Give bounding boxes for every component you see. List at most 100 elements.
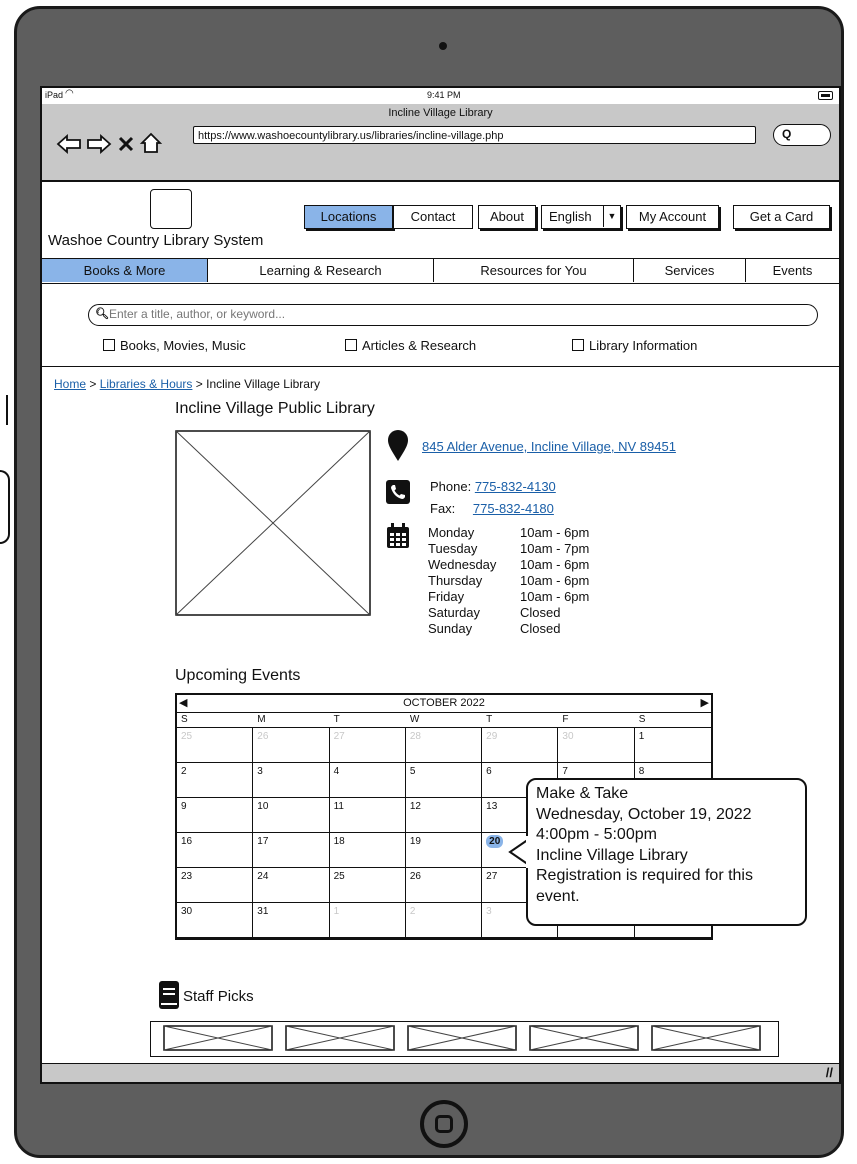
checkbox[interactable]: [103, 339, 115, 351]
day-number: 13: [486, 801, 498, 812]
calendar-day[interactable]: 29: [482, 728, 559, 763]
back-arrow-icon[interactable]: [56, 134, 82, 154]
calendar-day[interactable]: 5: [405, 763, 483, 798]
calendar-day[interactable]: 31: [253, 903, 330, 938]
nav-services[interactable]: Services: [634, 259, 746, 282]
address-bar[interactable]: https://www.washoecountylibrary.us/libra…: [193, 126, 756, 144]
calendar-day[interactable]: 2: [405, 903, 483, 938]
fax-label: Fax:: [430, 501, 456, 516]
browser-title: Incline Village Library: [388, 107, 493, 119]
calendar-day[interactable]: 12: [405, 798, 483, 833]
calendar-day[interactable]: 19: [405, 833, 483, 868]
calendar-day[interactable]: 11: [329, 798, 406, 833]
close-icon[interactable]: [118, 136, 134, 152]
contact-button[interactable]: Contact: [393, 205, 473, 229]
calendar-day[interactable]: 1: [634, 728, 711, 763]
day-number: 2: [409, 906, 416, 917]
calendar-day[interactable]: 25: [329, 868, 406, 903]
calendar-day[interactable]: 1: [329, 903, 406, 938]
main-nav: Books & More Learning & Research Resourc…: [42, 258, 839, 284]
staff-pick-thumbnail[interactable]: [285, 1025, 395, 1051]
filter-books-movies-music[interactable]: Books, Movies, Music: [103, 338, 246, 353]
calendar-day[interactable]: 23: [177, 868, 254, 903]
staff-pick-thumbnail[interactable]: [651, 1025, 761, 1051]
event-date: Wednesday, October 19, 2022: [536, 805, 752, 823]
calendar-day[interactable]: 4: [329, 763, 406, 798]
site-logo[interactable]: [150, 189, 192, 229]
event-title[interactable]: Make & Take: [536, 784, 797, 805]
day-number: 27: [333, 731, 345, 742]
calendar-day[interactable]: 26: [253, 728, 330, 763]
day-number: 7: [562, 766, 568, 777]
side-mark: [0, 470, 10, 544]
breadcrumb: Home > Libraries & Hours > Incline Villa…: [54, 377, 320, 391]
day-number: 8: [638, 766, 645, 777]
event-note-end: event.: [536, 887, 580, 905]
calendar-day[interactable]: 9: [177, 798, 254, 833]
calendar-day[interactable]: 30: [177, 903, 254, 938]
hours-day: Tuesday: [428, 541, 478, 556]
about-button[interactable]: About: [478, 205, 536, 229]
breadcrumb-current: Incline Village Library: [206, 377, 320, 391]
next-month-icon[interactable]: ▶: [701, 695, 709, 712]
site-name[interactable]: Washoe Country Library System: [48, 232, 263, 249]
calendar-day[interactable]: 2: [177, 763, 254, 798]
nav-events[interactable]: Events: [746, 259, 839, 282]
calendar-day[interactable]: 30: [558, 728, 635, 763]
get-a-card-button[interactable]: Get a Card: [733, 205, 830, 229]
my-account-button[interactable]: My Account: [626, 205, 719, 229]
hours-day: Monday: [428, 525, 475, 540]
library-title: Incline Village Public Library: [175, 400, 375, 417]
address-link[interactable]: 845 Alder Avenue, Incline Village, NV 89…: [422, 439, 676, 454]
day-number: 23: [181, 871, 193, 882]
staff-pick-thumbnail[interactable]: [163, 1025, 273, 1051]
calendar-day[interactable]: 24: [253, 868, 330, 903]
day-number: 30: [181, 906, 193, 917]
filter-library-information[interactable]: Library Information: [572, 338, 697, 353]
filter-articles-research[interactable]: Articles & Research: [345, 338, 476, 353]
language-select[interactable]: English ▼: [541, 205, 621, 229]
hours-row: Tuesday 10am - 7pm: [428, 541, 589, 557]
day-number: 31: [257, 906, 269, 917]
calendar-day[interactable]: 18: [329, 833, 406, 868]
checkbox[interactable]: [345, 339, 357, 351]
calendar-day[interactable]: 16: [177, 833, 254, 868]
nav-learning-research[interactable]: Learning & Research: [208, 259, 434, 282]
hours-row: Sunday Closed: [428, 621, 589, 637]
hours-time: 10am - 6pm: [520, 573, 590, 588]
calendar-day[interactable]: 28: [405, 728, 483, 763]
checkbox[interactable]: [572, 339, 584, 351]
day-number: 2: [181, 766, 187, 777]
browser-toolbar: Incline Village Library https://www.wash…: [42, 104, 839, 182]
event-tooltip: Make & Take Wednesday, October 19, 2022 …: [526, 778, 807, 926]
nav-resources[interactable]: Resources for You: [434, 259, 634, 282]
breadcrumb-home[interactable]: Home: [54, 377, 86, 391]
staff-picks-carousel: [150, 1021, 779, 1057]
browser-search-button[interactable]: Q: [773, 124, 831, 146]
breadcrumb-libraries[interactable]: Libraries & Hours: [100, 377, 193, 391]
forward-arrow-icon[interactable]: [86, 134, 112, 154]
resize-handle-icon[interactable]: //: [826, 1065, 833, 1080]
calendar-day[interactable]: 3: [253, 763, 330, 798]
fax-link[interactable]: 775-832-4180: [473, 501, 554, 516]
nav-books-and-more[interactable]: Books & More: [42, 259, 208, 282]
phone-link[interactable]: 775-832-4130: [475, 479, 556, 494]
catalog-search-input[interactable]: 🔍︎ Enter a title, author, or keyword...: [88, 304, 818, 326]
calendar-day[interactable]: 26: [405, 868, 483, 903]
prev-month-icon[interactable]: ◀: [179, 695, 187, 712]
hours-time: 10am - 6pm: [520, 557, 590, 572]
day-number: 11: [333, 801, 344, 812]
calendar-day[interactable]: 10: [253, 798, 330, 833]
hours-row: Monday 10am - 6pm: [428, 525, 589, 541]
search-placeholder: Enter a title, author, or keyword...: [109, 307, 286, 321]
day-number: 24: [257, 871, 269, 882]
staff-pick-thumbnail[interactable]: [407, 1025, 517, 1051]
calendar-day[interactable]: 17: [253, 833, 330, 868]
home-icon[interactable]: [139, 132, 163, 154]
staff-pick-thumbnail[interactable]: [529, 1025, 639, 1051]
search-icon: Q: [782, 127, 792, 141]
calendar-day[interactable]: 25: [177, 728, 254, 763]
calendar-day[interactable]: 27: [329, 728, 406, 763]
locations-button[interactable]: Locations: [304, 205, 393, 229]
language-value: English: [549, 209, 592, 224]
